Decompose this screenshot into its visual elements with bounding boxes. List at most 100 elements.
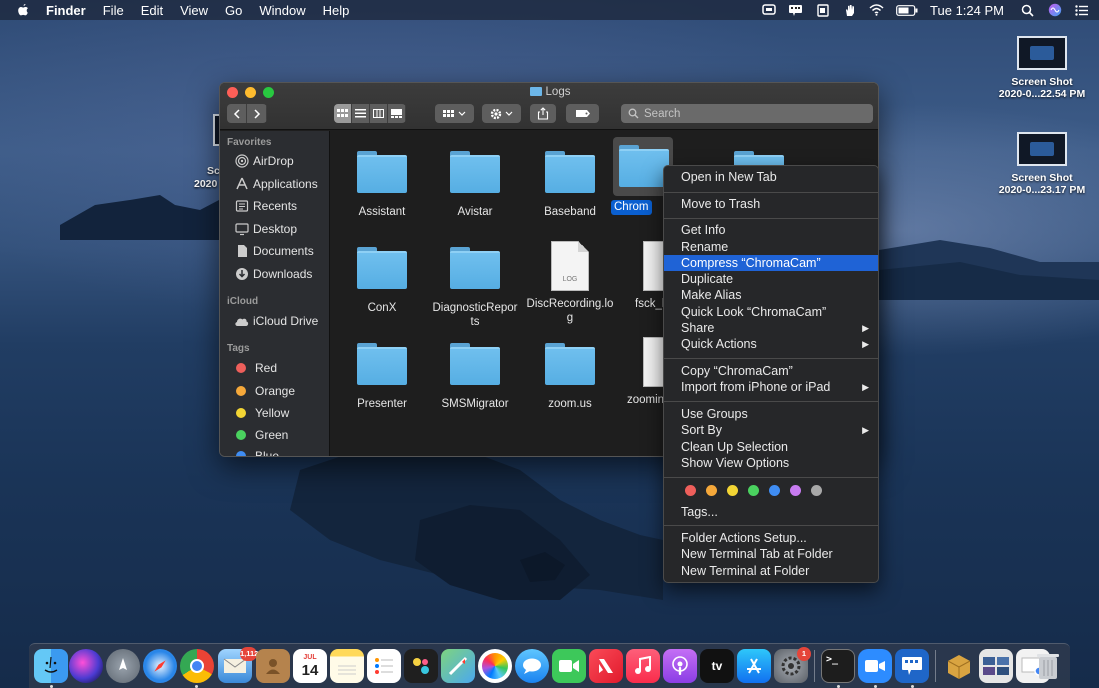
tag-purple-dot-icon[interactable] bbox=[790, 485, 801, 496]
menu-item-share[interactable]: Share ▶ bbox=[664, 320, 878, 336]
chrome-icon[interactable] bbox=[180, 649, 214, 683]
group-button[interactable] bbox=[435, 104, 474, 123]
file-item[interactable]: Presenter bbox=[334, 343, 430, 411]
sidebar-item-downloads[interactable]: Downloads bbox=[234, 265, 312, 283]
siri-dock-icon[interactable] bbox=[69, 649, 103, 683]
apple-icon[interactable] bbox=[16, 3, 30, 17]
menu-item-clean-up-selection[interactable]: Clean Up Selection bbox=[664, 439, 878, 455]
tv-icon[interactable]: tv bbox=[700, 649, 734, 683]
menu-item-quick-look[interactable]: Quick Look “ChromaCam” bbox=[664, 304, 878, 320]
sidebar-tag-green[interactable]: Green bbox=[234, 426, 288, 444]
menu-item-move-to-trash[interactable]: Move to Trash bbox=[664, 196, 878, 212]
remote-desktop-dock-icon[interactable] bbox=[895, 649, 929, 683]
menu-item-open-in-new-tab[interactable]: Open in New Tab bbox=[664, 169, 878, 185]
hand-icon[interactable] bbox=[842, 4, 857, 17]
menu-go[interactable]: Go bbox=[225, 3, 242, 18]
action-button[interactable] bbox=[482, 104, 521, 123]
icon-view-button[interactable] bbox=[334, 104, 352, 123]
remote-desktop-icon[interactable] bbox=[788, 4, 803, 17]
spotlight-icon[interactable] bbox=[1020, 4, 1035, 17]
sidebar-item-airdrop[interactable]: AirDrop bbox=[234, 152, 294, 170]
file-item[interactable]: ConX bbox=[334, 247, 430, 315]
menu-item-rename[interactable]: Rename bbox=[664, 239, 878, 255]
reminders-icon[interactable] bbox=[367, 649, 401, 683]
trash-icon[interactable] bbox=[1031, 649, 1065, 683]
menu-item-show-view-options[interactable]: Show View Options bbox=[664, 455, 878, 471]
menu-item-compress[interactable]: Compress “ChromaCam” bbox=[664, 255, 878, 271]
sidebar-tag-orange[interactable]: Orange bbox=[234, 382, 295, 400]
tag-green-dot-icon[interactable] bbox=[748, 485, 759, 496]
launchpad-icon[interactable] bbox=[106, 649, 140, 683]
siri-icon[interactable] bbox=[1047, 3, 1062, 17]
file-item[interactable]: SMSMigrator bbox=[427, 343, 523, 411]
back-button[interactable] bbox=[227, 104, 247, 123]
file-item[interactable]: Assistant bbox=[334, 151, 430, 219]
menu-edit[interactable]: Edit bbox=[141, 3, 163, 18]
menu-item-use-groups[interactable]: Use Groups bbox=[664, 406, 878, 422]
menu-item-make-alias[interactable]: Make Alias bbox=[664, 287, 878, 303]
menu-item-folder-actions-setup[interactable]: Folder Actions Setup... bbox=[664, 530, 878, 546]
file-item[interactable]: zoom.us bbox=[522, 343, 618, 411]
forward-button[interactable] bbox=[247, 104, 267, 123]
search-field[interactable]: Search bbox=[621, 104, 873, 123]
calendar-icon[interactable]: JUL 14 bbox=[293, 649, 327, 683]
notification-center-icon[interactable] bbox=[1074, 4, 1089, 17]
news-icon[interactable] bbox=[589, 649, 623, 683]
sidebar-tag-blue[interactable]: Blue bbox=[234, 447, 279, 456]
menu-item-quick-actions[interactable]: Quick Actions ▶ bbox=[664, 336, 878, 352]
facetime-icon[interactable] bbox=[552, 649, 586, 683]
file-item[interactable]: DiagnosticReports bbox=[427, 247, 523, 329]
finder-dock-icon[interactable] bbox=[34, 649, 68, 683]
notes-app-icon[interactable] bbox=[330, 649, 364, 683]
battery-icon[interactable] bbox=[896, 4, 918, 17]
tags-button[interactable] bbox=[566, 104, 599, 123]
desktop-screenshot-1[interactable]: Screen Shot 2020-0...22.54 PM bbox=[987, 36, 1097, 100]
desktop-screenshot-2[interactable]: Screen Shot 2020-0...23.17 PM bbox=[987, 132, 1097, 196]
tag-yellow-dot-icon[interactable] bbox=[727, 485, 738, 496]
wifi-icon[interactable] bbox=[869, 4, 884, 17]
safari-icon[interactable] bbox=[143, 649, 177, 683]
menu-item-tags[interactable]: Tags... bbox=[664, 504, 878, 520]
menu-view[interactable]: View bbox=[180, 3, 208, 18]
sidebar-item-applications[interactable]: Applications bbox=[234, 175, 318, 193]
tag-gray-dot-icon[interactable] bbox=[811, 485, 822, 496]
messages-icon[interactable] bbox=[515, 649, 549, 683]
contacts-icon[interactable] bbox=[256, 649, 290, 683]
menu-item-get-info[interactable]: Get Info bbox=[664, 222, 878, 238]
tag-red-dot-icon[interactable] bbox=[685, 485, 696, 496]
file-item[interactable]: LOG DiscRecording.log bbox=[522, 241, 618, 325]
menu-app-name[interactable]: Finder bbox=[46, 3, 86, 18]
menu-item-duplicate[interactable]: Duplicate bbox=[664, 271, 878, 287]
sidebar-tag-red[interactable]: Red bbox=[234, 359, 277, 377]
app-store-icon[interactable] bbox=[737, 649, 771, 683]
photos-icon[interactable] bbox=[478, 649, 512, 683]
archive-utility-icon[interactable] bbox=[942, 649, 976, 683]
share-button[interactable] bbox=[530, 104, 556, 123]
menu-clock[interactable]: Tue 1:24 PM bbox=[930, 3, 1004, 18]
maps-icon[interactable] bbox=[441, 649, 475, 683]
menu-file[interactable]: File bbox=[103, 3, 124, 18]
sidebar-item-icloud-drive[interactable]: iCloud Drive bbox=[234, 312, 318, 330]
zoom-icon[interactable] bbox=[858, 649, 892, 683]
menu-item-sort-by[interactable]: Sort By ▶ bbox=[664, 422, 878, 438]
gallery-view-button[interactable] bbox=[388, 104, 406, 123]
podcasts-icon[interactable] bbox=[663, 649, 697, 683]
list-view-button[interactable] bbox=[352, 104, 370, 123]
tag-blue-dot-icon[interactable] bbox=[769, 485, 780, 496]
terminal-icon[interactable]: >_ bbox=[821, 649, 855, 683]
sidebar-item-recents[interactable]: Recents bbox=[234, 197, 297, 215]
file-item[interactable]: Avistar bbox=[427, 151, 523, 219]
sidebar-item-documents[interactable]: Documents bbox=[234, 242, 314, 260]
menu-help[interactable]: Help bbox=[323, 3, 350, 18]
screen-mirror-icon[interactable] bbox=[761, 4, 776, 17]
sidebar-tag-yellow[interactable]: Yellow bbox=[234, 404, 289, 422]
music-icon[interactable] bbox=[626, 649, 660, 683]
tag-orange-dot-icon[interactable] bbox=[706, 485, 717, 496]
image-capture-icon[interactable] bbox=[404, 649, 438, 683]
menu-item-new-terminal[interactable]: New Terminal at Folder bbox=[664, 563, 878, 579]
menu-item-new-terminal-tab[interactable]: New Terminal Tab at Folder bbox=[664, 546, 878, 562]
menu-item-import-from-iphone[interactable]: Import from iPhone or iPad ▶ bbox=[664, 379, 878, 395]
notes-icon[interactable] bbox=[815, 3, 830, 17]
sidebar-item-desktop[interactable]: Desktop bbox=[234, 220, 297, 238]
menu-window[interactable]: Window bbox=[259, 3, 305, 18]
